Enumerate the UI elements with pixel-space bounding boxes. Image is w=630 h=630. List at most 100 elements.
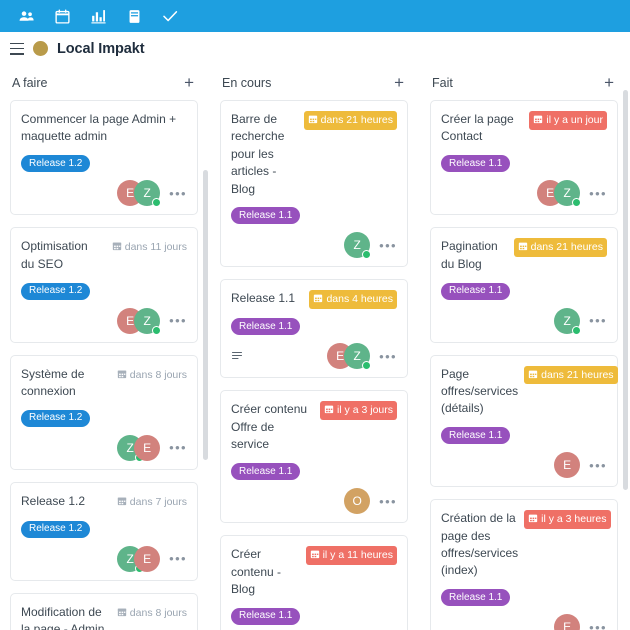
avatar[interactable]: O bbox=[344, 488, 371, 515]
card[interactable]: Créer la page Contact il y a un jour Relea… bbox=[430, 100, 618, 216]
avatar[interactable]: Z bbox=[344, 232, 372, 260]
toolbar-board-icon[interactable] bbox=[116, 0, 152, 32]
member-avatars: Z bbox=[554, 307, 582, 335]
card-actions: E ••• bbox=[554, 452, 607, 479]
calendar-icon bbox=[313, 293, 323, 306]
avatar[interactable]: Z bbox=[134, 307, 162, 335]
due-date-badge[interactable]: il y a un jour bbox=[529, 111, 607, 130]
card-menu-button[interactable]: ••• bbox=[169, 552, 187, 565]
card[interactable]: Créer contenu Offre de service il y a 3 j… bbox=[220, 390, 408, 524]
due-date-badge[interactable]: dans 21 heures bbox=[303, 111, 397, 130]
avatar[interactable]: Z bbox=[554, 180, 582, 208]
presence-dot bbox=[362, 361, 372, 371]
card-labels: Release 1.1 bbox=[231, 461, 397, 481]
label-pill[interactable]: Release 1.1 bbox=[231, 607, 301, 625]
due-date-badge[interactable]: il y a 3 jours bbox=[319, 401, 397, 420]
due-date-badge[interactable]: dans 8 jours bbox=[113, 604, 187, 623]
label-pill[interactable]: Release 1.1 bbox=[231, 207, 301, 225]
card-menu-button[interactable]: ••• bbox=[379, 350, 397, 363]
due-date-badge[interactable]: dans 21 heures bbox=[513, 238, 607, 257]
label-pill[interactable]: Release 1.1 bbox=[231, 318, 301, 336]
presence-dot bbox=[572, 325, 582, 335]
due-date-badge[interactable]: dans 7 jours bbox=[113, 493, 187, 512]
card-menu-button[interactable]: ••• bbox=[589, 187, 607, 200]
avatar[interactable]: E bbox=[554, 452, 581, 479]
card-actions: E Z ••• bbox=[327, 343, 397, 371]
avatar-initial: E bbox=[126, 186, 135, 201]
card-menu-button[interactable]: ••• bbox=[169, 314, 187, 327]
due-date-badge[interactable]: dans 4 heures bbox=[309, 290, 397, 309]
calendar-icon bbox=[54, 8, 71, 25]
calendar-icon bbox=[117, 369, 127, 382]
card-footer: E Z ••• bbox=[231, 343, 397, 371]
label-pill[interactable]: Release 1.2 bbox=[21, 520, 91, 538]
add-card-button[interactable]: + bbox=[392, 74, 406, 91]
avatar-initial: Z bbox=[353, 349, 361, 364]
card[interactable]: Modification de la page - Admin dans 8 jo… bbox=[10, 592, 198, 630]
card-menu-button[interactable]: ••• bbox=[589, 621, 607, 630]
card-labels: Release 1.2 bbox=[21, 518, 187, 538]
card[interactable]: Commencer la page Admin + maquette admin… bbox=[10, 100, 198, 216]
add-card-button[interactable]: + bbox=[182, 74, 196, 91]
card-menu-button[interactable]: ••• bbox=[379, 495, 397, 508]
avatar-initial: E bbox=[546, 186, 555, 201]
card-top: Créer contenu - Blog il y a 11 heures bbox=[231, 546, 397, 598]
card-menu-button[interactable]: ••• bbox=[379, 239, 397, 252]
label-pill[interactable]: Release 1.2 bbox=[21, 155, 91, 173]
column-scrollbar[interactable] bbox=[623, 90, 628, 490]
avatar[interactable]: Z bbox=[344, 343, 372, 371]
label-pill[interactable]: Release 1.2 bbox=[21, 282, 91, 300]
card-menu-button[interactable]: ••• bbox=[589, 459, 607, 472]
due-date-badge[interactable]: dans 8 jours bbox=[113, 366, 187, 385]
avatar[interactable]: Z bbox=[134, 180, 162, 208]
column-scrollbar[interactable] bbox=[203, 170, 208, 460]
card[interactable]: Barre de recherche pour les articles - B… bbox=[220, 100, 408, 268]
card-menu-button[interactable]: ••• bbox=[169, 441, 187, 454]
due-date-badge[interactable]: dans 11 jours bbox=[108, 238, 187, 257]
due-date-text: dans 21 heures bbox=[530, 241, 603, 254]
card-menu-button[interactable]: ••• bbox=[169, 187, 187, 200]
card[interactable]: Créer contenu - Blog il y a 11 heures Rele… bbox=[220, 535, 408, 630]
calendar-icon bbox=[117, 496, 127, 509]
hamburger-icon[interactable] bbox=[10, 42, 24, 55]
avatar[interactable]: E bbox=[134, 545, 161, 572]
column-header: En cours + bbox=[220, 65, 410, 100]
card-actions: O ••• bbox=[344, 488, 397, 515]
card-labels: Release 1.1 bbox=[231, 605, 397, 625]
column-header: A faire + bbox=[10, 65, 200, 100]
label-pill[interactable]: Release 1.1 bbox=[231, 463, 301, 481]
card-menu-button[interactable]: ••• bbox=[589, 314, 607, 327]
label-pill[interactable]: Release 1.1 bbox=[441, 427, 511, 445]
board-header: Local Impakt bbox=[0, 32, 630, 65]
calendar-icon bbox=[112, 241, 122, 254]
avatar-initial: E bbox=[336, 349, 345, 364]
card-labels: Release 1.1 bbox=[441, 587, 607, 607]
card-footer: E Z ••• bbox=[21, 180, 187, 208]
card[interactable]: Page offres/services (détails) dans 21 he… bbox=[430, 354, 618, 488]
toolbar-bar-chart-icon[interactable] bbox=[80, 0, 116, 32]
due-date-badge[interactable]: il y a 11 heures bbox=[305, 546, 397, 565]
card[interactable]: Pagination du Blog dans 21 heures Release … bbox=[430, 227, 618, 343]
due-date-badge[interactable]: il y a 3 heures bbox=[524, 510, 611, 529]
add-card-button[interactable]: + bbox=[602, 74, 616, 91]
label-pill[interactable]: Release 1.1 bbox=[441, 589, 511, 607]
avatar[interactable]: E bbox=[134, 434, 161, 461]
member-avatars: EZ bbox=[537, 180, 582, 208]
toolbar-check-icon[interactable] bbox=[152, 0, 188, 32]
avatar[interactable]: Z bbox=[554, 307, 582, 335]
toolbar-calendar-icon[interactable] bbox=[44, 0, 80, 32]
label-pill[interactable]: Release 1.1 bbox=[441, 155, 511, 173]
avatar-initial: Z bbox=[126, 551, 134, 566]
card[interactable]: Optimisation du SEO dans 11 jours Release … bbox=[10, 227, 198, 343]
card[interactable]: Release 1.2 dans 7 jours Release 1.2 Z E ••• bbox=[10, 481, 198, 581]
label-pill[interactable]: Release 1.2 bbox=[21, 409, 91, 427]
avatar[interactable]: E bbox=[554, 614, 581, 630]
card[interactable]: Système de connexion dans 8 jours Release … bbox=[10, 354, 198, 470]
due-date-badge[interactable]: dans 21 heures bbox=[524, 365, 618, 385]
card-labels: Release 1.1 bbox=[231, 316, 397, 336]
toolbar-people-icon[interactable] bbox=[8, 0, 44, 32]
card[interactable]: Release 1.1 dans 4 heures Release 1.1 E Z ••• bbox=[220, 279, 408, 379]
label-pill[interactable]: Release 1.1 bbox=[441, 282, 511, 300]
card[interactable]: Création de la page des offres/services … bbox=[430, 499, 618, 630]
card-title: Système de connexion bbox=[21, 366, 85, 398]
